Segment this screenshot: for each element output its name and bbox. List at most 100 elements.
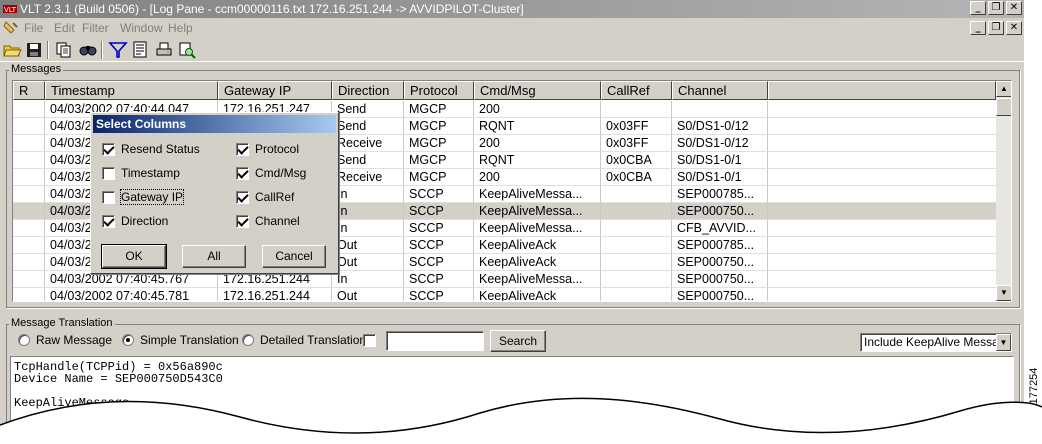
- cell-cmd-msg: KeepAliveMessa...: [474, 271, 601, 288]
- cell-filler: [768, 169, 996, 186]
- messages-vertical-scrollbar[interactable]: ▲ ▼: [996, 81, 1011, 301]
- checkbox-callref[interactable]: [236, 190, 249, 204]
- cell-direction: Send: [332, 118, 404, 135]
- minimize-button[interactable]: _: [970, 1, 986, 15]
- option-gateway-ip[interactable]: Gateway IP: [102, 189, 185, 205]
- option-protocol[interactable]: Protocol: [236, 141, 299, 157]
- column-header-protocol[interactable]: Protocol: [404, 81, 474, 100]
- all-button[interactable]: All: [182, 245, 246, 268]
- cell-callref: [601, 101, 672, 118]
- menu-filter[interactable]: Filter: [82, 21, 109, 35]
- scroll-thumb[interactable]: [996, 98, 1011, 116]
- keepalive-filter-select[interactable]: Include KeepAlive Messages ▼: [860, 333, 1012, 352]
- checkbox-channel[interactable]: [236, 214, 249, 228]
- cell-protocol: MGCP: [404, 101, 474, 118]
- cell-resend: [13, 101, 45, 118]
- checkbox-cmd-msg[interactable]: [236, 166, 249, 180]
- checkbox-resend-status[interactable]: [102, 142, 115, 156]
- doc-restore-button[interactable]: ❐: [988, 21, 1004, 35]
- cell-callref: [601, 271, 672, 288]
- cell-cmd-msg: 200: [474, 101, 601, 118]
- menu-edit[interactable]: Edit: [54, 21, 75, 35]
- menu-help[interactable]: Help: [168, 21, 193, 35]
- cell-callref: [601, 288, 672, 301]
- cell-filler: [768, 186, 996, 203]
- option-timestamp[interactable]: Timestamp: [102, 165, 180, 181]
- option-cmd-msg[interactable]: Cmd/Msg: [236, 165, 306, 181]
- doc-close-button[interactable]: ✕: [1006, 21, 1022, 35]
- cell-callref: 0x03FF: [601, 135, 672, 152]
- filter-icon[interactable]: [108, 40, 128, 60]
- cell-callref: [601, 220, 672, 237]
- copy-icon[interactable]: [54, 40, 74, 60]
- cell-channel: S0/DS1-0/12: [672, 118, 768, 135]
- option-direction[interactable]: Direction: [102, 213, 168, 229]
- cell-resend: [13, 271, 45, 288]
- checkbox-gateway-ip[interactable]: [102, 190, 115, 204]
- option-channel[interactable]: Channel: [236, 213, 300, 229]
- scroll-down-arrow-icon[interactable]: ▼: [996, 285, 1011, 301]
- option-callref[interactable]: CallRef: [236, 189, 294, 205]
- cell-resend: [13, 186, 45, 203]
- menu-window[interactable]: Window: [120, 21, 163, 35]
- column-header-resend[interactable]: R: [13, 81, 45, 100]
- search-database-icon[interactable]: [177, 40, 197, 60]
- cell-protocol: MGCP: [404, 118, 474, 135]
- print-icon[interactable]: [154, 40, 174, 60]
- search-input[interactable]: [386, 331, 484, 351]
- cell-callref: 0x0CBA: [601, 152, 672, 169]
- cell-channel: SEP000785...: [672, 186, 768, 203]
- menu-file[interactable]: File: [24, 21, 43, 35]
- cell-filler: [768, 203, 996, 220]
- checkbox-protocol[interactable]: [236, 142, 249, 156]
- scroll-up-arrow-icon[interactable]: ▲: [996, 81, 1011, 97]
- cell-protocol: MGCP: [404, 152, 474, 169]
- column-header-channel[interactable]: Channel: [672, 81, 768, 100]
- cell-direction: Receive: [332, 169, 404, 186]
- column-header-callref[interactable]: CallRef: [601, 81, 672, 100]
- option-resend-status[interactable]: Resend Status: [102, 141, 200, 157]
- figure-number: 177254: [1024, 360, 1042, 420]
- column-header-gateway-ip[interactable]: Gateway IP: [218, 81, 332, 100]
- search-button[interactable]: Search: [490, 330, 546, 352]
- title-bar: VLT VLT 2.3.1 (Build 0506) - [Log Pane -…: [0, 0, 1024, 18]
- close-button[interactable]: ✕: [1006, 1, 1022, 15]
- checkbox-timestamp[interactable]: [102, 166, 115, 180]
- toolbar: [0, 38, 1024, 62]
- cell-filler: [768, 254, 996, 271]
- simple-translation-label: Simple Translation: [140, 333, 239, 347]
- cell-resend: [13, 237, 45, 254]
- simple-translation-radio-dot[interactable]: [122, 334, 134, 346]
- cell-direction: Out: [332, 288, 404, 301]
- cell-filler: [768, 271, 996, 288]
- svg-text:VLT: VLT: [4, 6, 17, 14]
- detailed-translation-radio[interactable]: Detailed Translation: [242, 332, 366, 348]
- cell-channel: SEP000750...: [672, 288, 768, 301]
- checkbox-direction[interactable]: [102, 214, 115, 228]
- find-icon[interactable]: [78, 40, 98, 60]
- select-columns-dialog: Select Columns Resend Status Timestamp G…: [90, 112, 339, 274]
- detailed-translation-radio-dot[interactable]: [242, 334, 254, 346]
- raw-message-radio[interactable]: Raw Message: [18, 332, 112, 348]
- chevron-down-icon[interactable]: ▼: [996, 334, 1011, 351]
- table-row[interactable]: 04/03/2002 07:40:45.781 172.16.251.244 Out…: [13, 288, 996, 301]
- message-translation-label: Message Translation: [9, 317, 115, 329]
- cell-cmd-msg: KeepAliveAck: [474, 254, 601, 271]
- cell-channel: SEP000750...: [672, 254, 768, 271]
- option-label: Direction: [121, 214, 169, 228]
- open-folder-icon[interactable]: [2, 40, 22, 60]
- properties-icon[interactable]: [131, 40, 151, 60]
- column-header-timestamp[interactable]: Timestamp: [45, 81, 218, 100]
- restore-button[interactable]: ❐: [988, 1, 1004, 15]
- column-header-direction[interactable]: Direction: [332, 81, 404, 100]
- save-icon[interactable]: [24, 40, 44, 60]
- simple-translation-radio[interactable]: Simple Translation: [122, 332, 239, 348]
- cancel-button[interactable]: Cancel: [262, 245, 326, 268]
- doc-minimize-button[interactable]: _: [970, 21, 986, 35]
- column-header-cmd-msg[interactable]: Cmd/Msg: [474, 81, 601, 100]
- cell-channel: [672, 101, 768, 118]
- ok-button[interactable]: OK: [101, 244, 167, 269]
- detailed-options-checkbox[interactable]: [363, 334, 376, 347]
- raw-message-radio-dot[interactable]: [18, 334, 30, 346]
- cell-channel: S0/DS1-0/1: [672, 152, 768, 169]
